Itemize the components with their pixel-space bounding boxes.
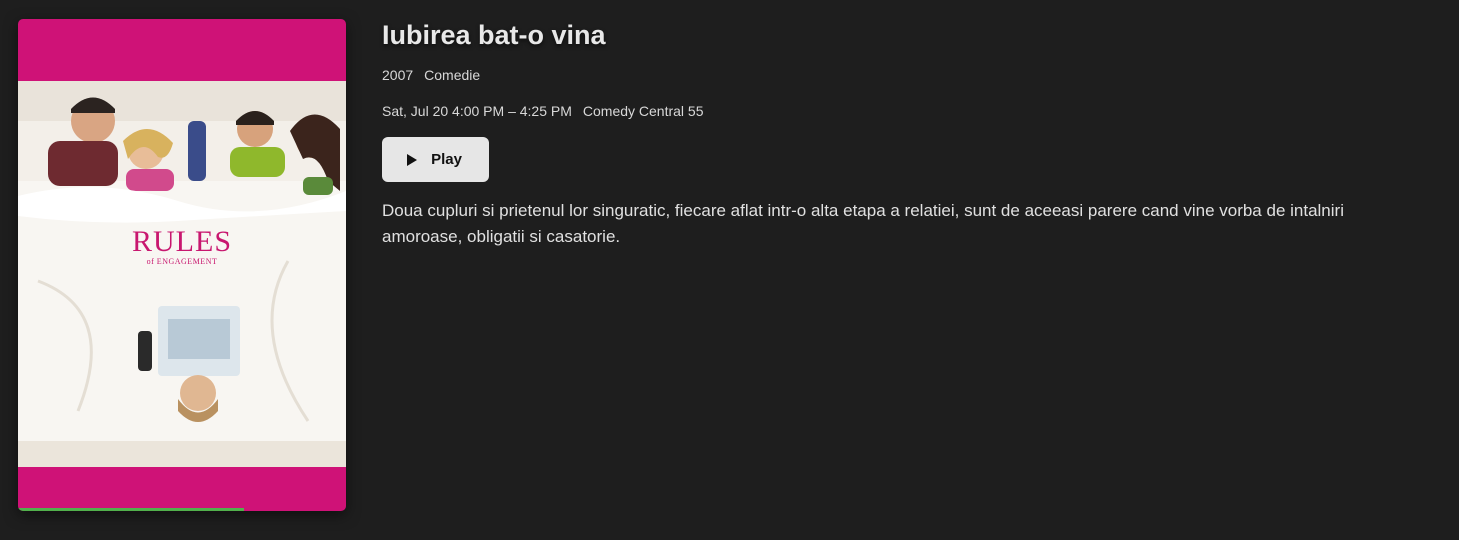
poster-logo-subtitle: of ENGAGEMENT [146,257,218,266]
program-schedule: Sat, Jul 20 4:00 PM – 4:25 PM Comedy Cent… [382,102,704,120]
program-title: Iubirea bat-o vina [382,20,606,50]
program-overview: Doua cupluri si prietenul lor singuratic… [382,201,1344,246]
poster-image: RULES of ENGAGEMENT [18,81,346,467]
watch-progress [18,508,346,511]
poster[interactable]: RULES of ENGAGEMENT [18,19,346,511]
play-button-label: Play [431,151,462,168]
program-meta: 2007 Comedie [382,66,480,84]
program-channel: Comedy Central 55 [582,103,704,119]
program-details: RULES of ENGAGEMENT Iubirea bat-o vina 2… [0,0,1459,540]
watch-progress-fill [18,508,245,511]
poster-logo: RULES of ENGAGEMENT [132,227,232,267]
play-button[interactable]: Play [382,137,489,182]
program-airtime: Sat, Jul 20 4:00 PM – 4:25 PM [382,103,572,119]
poster-logo-title: RULES [132,225,233,258]
program-genre: Comedie [424,67,481,83]
program-year: 2007 [382,67,414,83]
play-icon [407,153,418,166]
